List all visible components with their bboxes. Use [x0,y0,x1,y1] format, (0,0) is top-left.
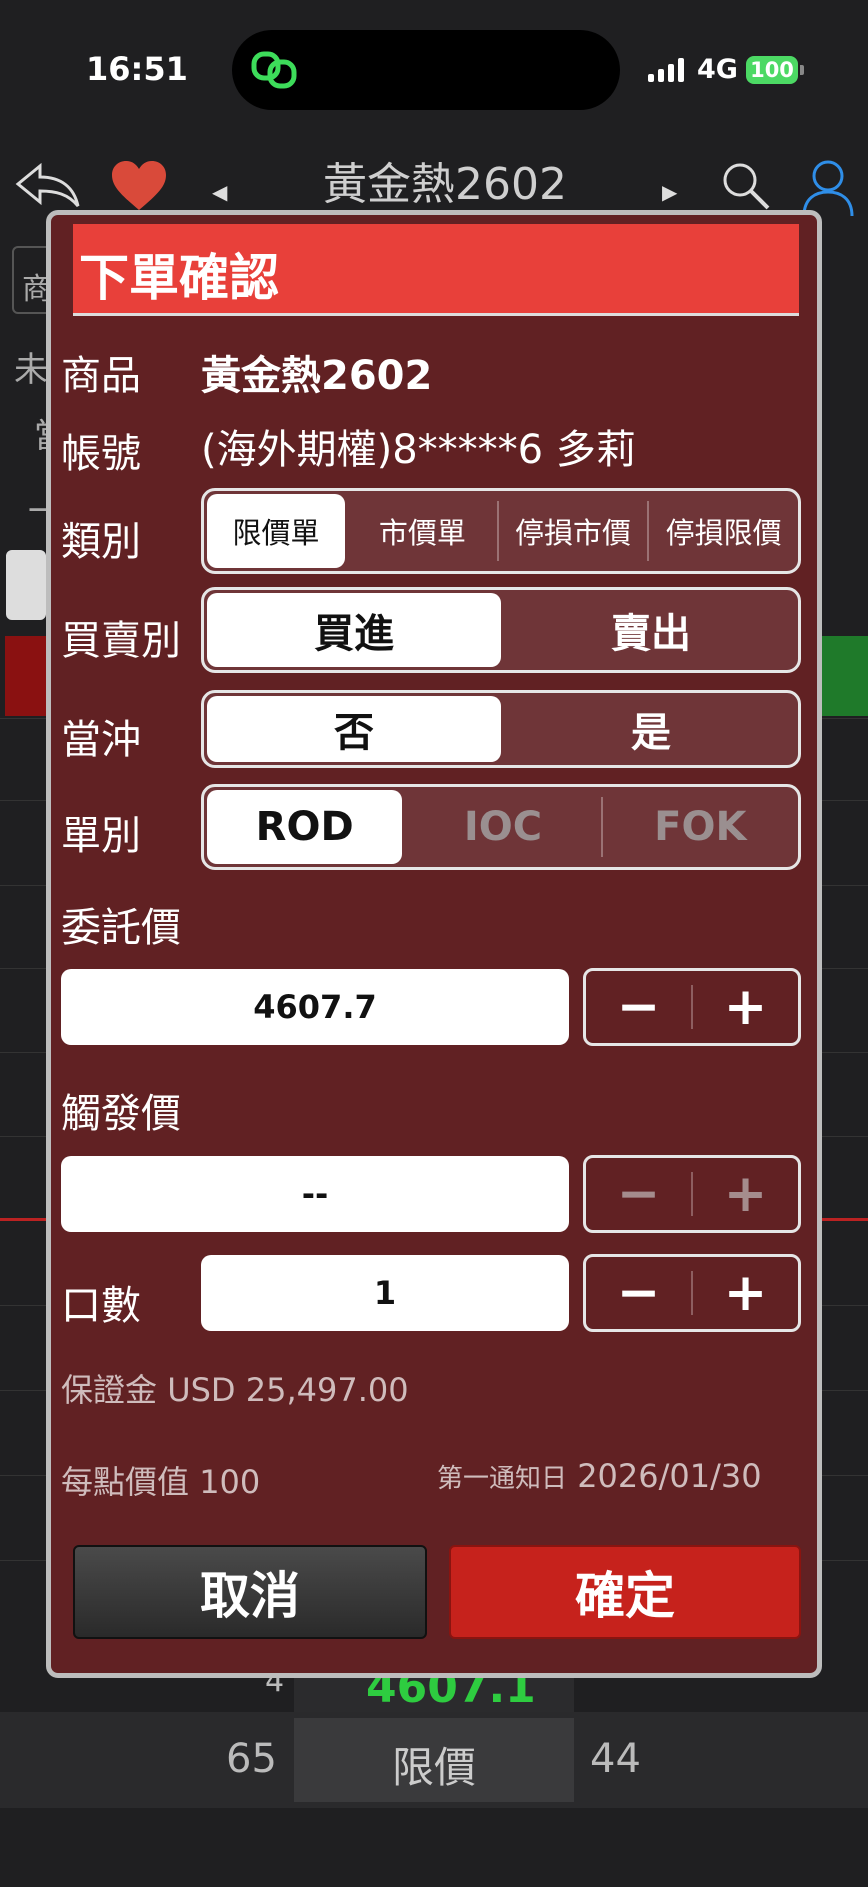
next-arrow-icon[interactable]: ▶ [662,180,677,204]
confirm-button[interactable]: 確定 [449,1545,801,1639]
order-price-stepper: − + [583,968,801,1046]
daytrade-segment: 否 是 [201,690,801,768]
quantity-minus-button[interactable]: − [586,1257,691,1329]
dialog-title: 下單確認 [79,249,279,307]
condition-rod[interactable]: ROD [207,790,403,864]
quantity-input[interactable]: 1 [201,1255,569,1331]
price-plus-button[interactable]: + [693,971,798,1043]
status-time: 16:51 [86,50,188,88]
bg-ask-qty: 44 [590,1736,641,1782]
order-type-stop-limit[interactable]: 停損限價 [649,491,798,571]
cancel-button[interactable]: 取消 [73,1545,427,1639]
order-type-segment: 限價單 市價單 停損市價 停損限價 [201,488,801,574]
order-type-market[interactable]: 市價單 [348,491,497,571]
condition-fok[interactable]: FOK [603,787,798,867]
quantity-plus-button[interactable]: + [693,1257,798,1329]
margin-label: 保證金 [61,1371,158,1409]
point-value: 100 [199,1463,261,1501]
side-label: 買賣別 [61,618,181,664]
first-notice-info: 第一通知日 2026/01/30 [437,1457,762,1495]
back-arrow-icon[interactable] [12,160,82,210]
order-price-label: 委託價 [61,905,181,951]
order-price-input[interactable]: 4607.7 [61,969,569,1045]
side-buy[interactable]: 買進 [207,593,501,667]
first-notice-value: 2026/01/30 [577,1457,762,1495]
search-icon[interactable] [720,160,772,212]
product-label: 商品 [61,353,141,399]
point-value-label: 每點價值 [61,1463,190,1501]
condition-ioc[interactable]: IOC [405,787,600,867]
battery-tip [800,65,804,75]
heart-icon[interactable] [110,160,168,212]
product-value: 黃金熱2602 [201,353,433,399]
order-type-stop-market[interactable]: 停損市價 [499,491,648,571]
prev-arrow-icon[interactable]: ◀ [212,180,227,204]
signal-icon [648,58,684,82]
side-sell[interactable]: 賣出 [504,590,798,670]
order-condition-label: 單別 [61,813,141,859]
daytrade-yes[interactable]: 是 [504,693,798,765]
quantity-label: 口數 [61,1283,141,1329]
user-icon[interactable] [800,158,856,218]
price-minus-button[interactable]: − [586,971,691,1043]
bg-bid-qty: 65 [226,1736,277,1782]
trigger-price-input[interactable]: -- [61,1156,569,1232]
account-value: (海外期權)8*****6 多莉 [201,427,636,473]
account-label: 帳號 [61,431,141,477]
order-type-limit[interactable]: 限價單 [207,494,345,568]
app-link-icon [251,51,297,89]
bg-order-type[interactable]: 限價 [294,1734,574,1795]
point-value-info: 每點價值 100 [61,1457,260,1503]
trigger-price-stepper: − + [583,1155,801,1233]
daytrade-no[interactable]: 否 [207,696,501,762]
trigger-plus-button[interactable]: + [693,1158,798,1230]
nav-title: 黃金熱2602 [323,159,567,210]
first-notice-label: 第一通知日 [437,1464,568,1494]
margin-value: USD 25,497.00 [167,1371,409,1409]
margin-info: 保證金 USD 25,497.00 [61,1365,409,1411]
trigger-minus-button[interactable]: − [586,1158,691,1230]
network-type: 4G [697,54,738,85]
dialog-header: 下單確認 [73,224,799,316]
quantity-stepper: − + [583,1254,801,1332]
bg-green-block [818,636,868,716]
bg-button [6,550,46,620]
order-type-label: 類別 [61,519,141,565]
side-segment: 買進 賣出 [201,587,801,673]
battery-icon: 100 [746,56,798,84]
order-condition-segment: ROD IOC FOK [201,784,801,870]
trigger-price-label: 觸發價 [61,1091,181,1137]
daytrade-label: 當沖 [61,717,141,763]
bg-fragment: 未 [14,350,48,390]
order-confirm-dialog: 下單確認 商品 黃金熱2602 帳號 (海外期權)8*****6 多莉 類別 限… [46,210,822,1678]
